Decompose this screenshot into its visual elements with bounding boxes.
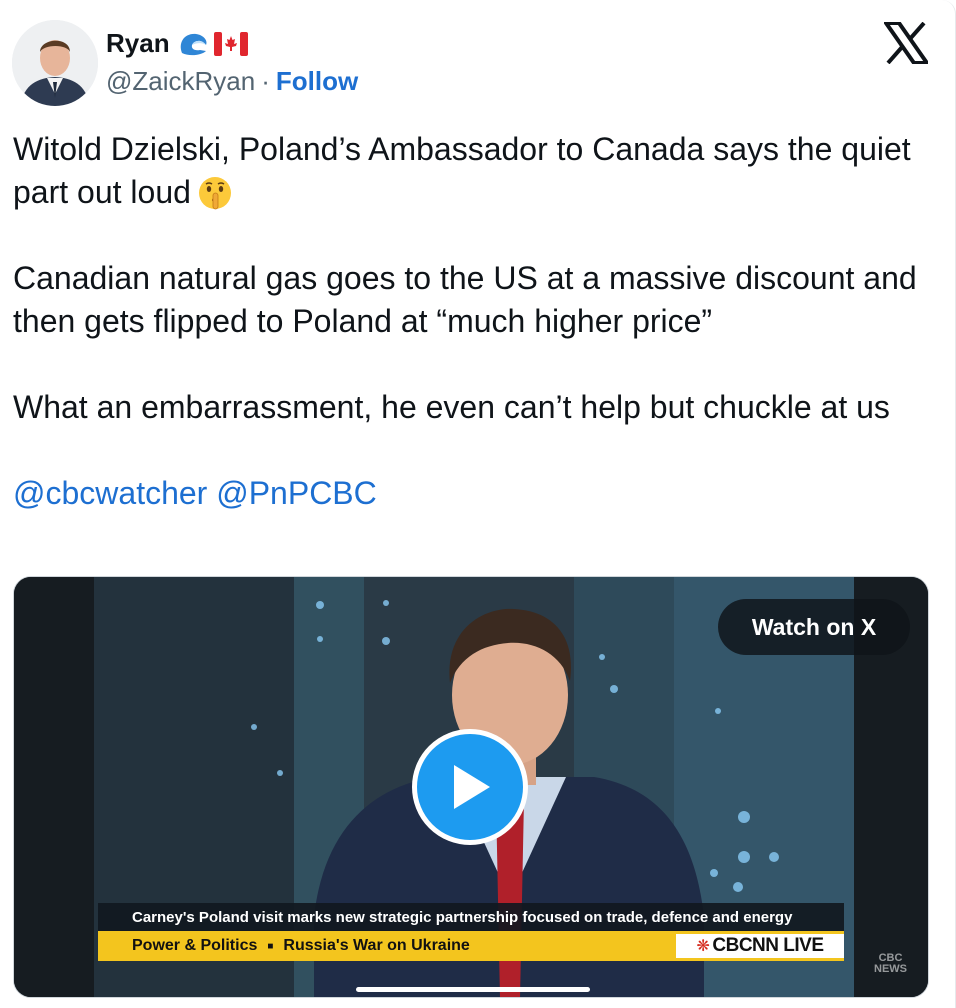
- wave-icon: [180, 33, 207, 55]
- tweet-mentions: @cbcwatcher @PnPCBC: [13, 472, 933, 515]
- play-button[interactable]: [412, 729, 528, 845]
- follow-button[interactable]: Follow: [276, 66, 358, 97]
- mention-link-cbcwatcher[interactable]: @cbcwatcher: [13, 475, 207, 511]
- mention-link-pnpcbc[interactable]: @PnPCBC: [216, 475, 377, 511]
- author-handle-row: @ZaickRyan · Follow: [106, 66, 358, 97]
- canada-flag-icon: [213, 31, 248, 56]
- shushing-face-emoji: [198, 177, 231, 210]
- tweet-line-1: Witold Dzielski, Poland’s Ambassador to …: [13, 131, 911, 210]
- video-player[interactable]: Watch on X Carney's Poland visit marks n…: [13, 576, 929, 998]
- handle-separator: ·: [261, 66, 270, 96]
- author-badges: [178, 31, 248, 57]
- cbc-gem-icon: ❋: [696, 938, 710, 955]
- author-name-row: Ryan: [106, 28, 248, 59]
- ticker-separator: ■: [267, 940, 274, 952]
- network-badge: ❋ CBCNN LIVE: [676, 934, 844, 958]
- video-progress-bar[interactable]: [356, 987, 590, 992]
- cbc-news-watermark: CBC NEWS: [874, 953, 907, 975]
- tweet-text: Witold Dzielski, Poland’s Ambassador to …: [13, 128, 933, 515]
- ticker-topic: Russia's War on Ukraine: [283, 937, 470, 954]
- play-icon: [454, 765, 490, 809]
- ticker-show-name: Power & Politics: [132, 937, 258, 954]
- tweet-card: Ryan @ZaickRyan · Follow Witold Dzielski…: [0, 0, 956, 1008]
- tweet-paragraph-3: What an embarrassment, he even can’t hel…: [13, 389, 890, 425]
- news-ticker: Power & Politics ■ Russia's War on Ukrai…: [98, 931, 844, 961]
- watch-on-x-button[interactable]: Watch on X: [718, 599, 910, 655]
- x-logo-icon[interactable]: [884, 22, 928, 64]
- author-name[interactable]: Ryan: [106, 28, 170, 59]
- watermark-bottom: NEWS: [874, 963, 907, 975]
- avatar[interactable]: [12, 20, 98, 106]
- tweet-paragraph-1: Witold Dzielski, Poland’s Ambassador to …: [13, 128, 933, 214]
- news-lower-third: Carney's Poland visit marks new strategi…: [98, 903, 844, 931]
- network-badge-label: CBCNN LIVE: [712, 935, 824, 956]
- author-handle[interactable]: @ZaickRyan: [106, 66, 255, 97]
- tweet-paragraph-2: Canadian natural gas goes to the US at a…: [13, 260, 917, 339]
